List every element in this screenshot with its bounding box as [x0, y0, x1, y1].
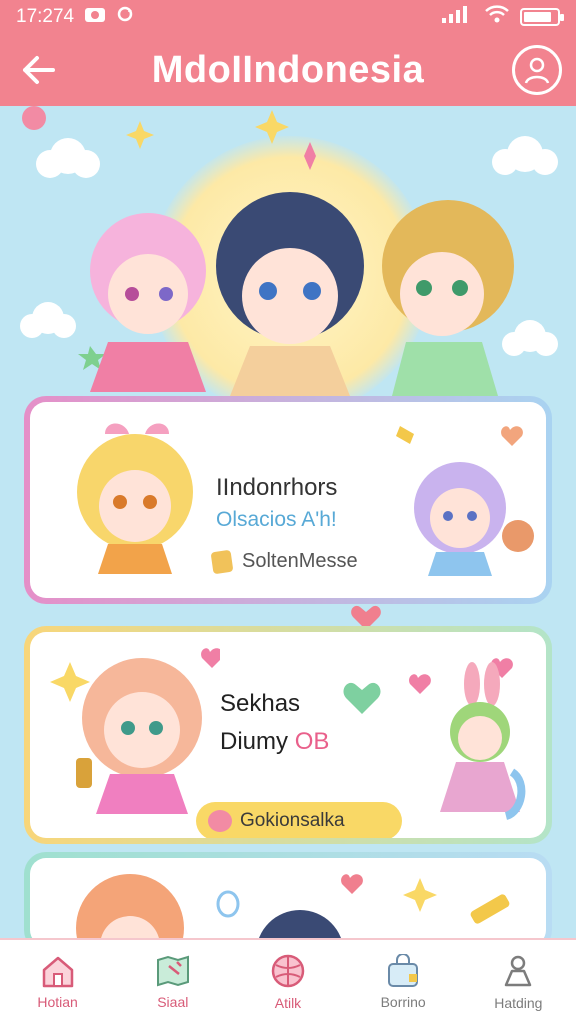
nav-item-hatding[interactable]: Hatding	[468, 953, 568, 1011]
back-arrow-icon	[23, 56, 55, 84]
card2-pill-text: Gokionsalka	[240, 810, 345, 831]
nav-label-home: Hotian	[37, 994, 78, 1010]
card2-character-image	[50, 648, 220, 814]
back-button[interactable]	[18, 50, 58, 90]
nav-item-atilk[interactable]: Atilk	[238, 953, 338, 1011]
nav-label-hatding: Hatding	[494, 995, 543, 1011]
tag-icon	[210, 549, 234, 574]
card1-character-right-image	[396, 426, 534, 576]
nav-item-borrino[interactable]: Borrino	[353, 954, 453, 1010]
content-card-3[interactable]	[24, 852, 552, 952]
smiley-icon	[208, 810, 232, 832]
nav-label-siaal: Siaal	[157, 994, 189, 1010]
status-bar: 17:274	[0, 0, 576, 34]
nav-label-borrino: Borrino	[380, 994, 426, 1010]
map-icon	[156, 955, 189, 987]
card1-meta-text: SoltenMesse	[242, 550, 358, 572]
card2-line1: Sekhas	[220, 690, 301, 717]
card1-title: IIndonrhors	[216, 474, 338, 501]
card2-tag-pill[interactable]: Gokionsalka	[196, 802, 402, 838]
home-icon	[42, 956, 73, 988]
green-heart-icon	[343, 682, 381, 714]
ball-icon	[271, 954, 305, 988]
wifi-icon	[484, 4, 510, 30]
card3-characters-image	[76, 874, 510, 946]
signal-icon	[440, 4, 474, 30]
card2-line2: Diumy OB	[220, 728, 329, 756]
bag-icon	[388, 954, 419, 987]
battery-icon	[520, 8, 564, 26]
card2-line2-accent: OB	[294, 728, 330, 755]
card2-line2-main: Diumy	[220, 728, 289, 755]
profile-button[interactable]	[512, 45, 562, 95]
hero-illustration	[0, 106, 576, 396]
card1-subtitle: Olsacios A'h!	[216, 508, 337, 531]
nav-label-atilk: Atilk	[274, 995, 302, 1011]
status-time: 17:274	[16, 6, 75, 27]
page-title: MdoIIndonesia	[151, 48, 425, 91]
camera-icon	[84, 5, 106, 29]
bottom-navigation: Hotian Siaal Atilk Borrino Hatding	[0, 938, 576, 1024]
person-icon	[505, 955, 532, 987]
nav-item-home[interactable]: Hotian	[8, 954, 108, 1010]
nav-item-siaal[interactable]: Siaal	[123, 954, 223, 1010]
chibi-characters-image	[20, 106, 558, 396]
content-card-1[interactable]: IIndonrhors Olsacios A'h! SoltenMesse	[24, 396, 552, 604]
user-icon	[524, 57, 550, 84]
content-card-2[interactable]: Sekhas Diumy OB Gokionsalka	[24, 626, 552, 844]
sync-icon	[116, 5, 134, 29]
app-bar: MdoIIndonesia	[0, 34, 576, 106]
card1-character-image	[77, 423, 193, 574]
card1-meta: SoltenMesse	[210, 549, 358, 574]
card2-character-right-image	[409, 658, 526, 820]
